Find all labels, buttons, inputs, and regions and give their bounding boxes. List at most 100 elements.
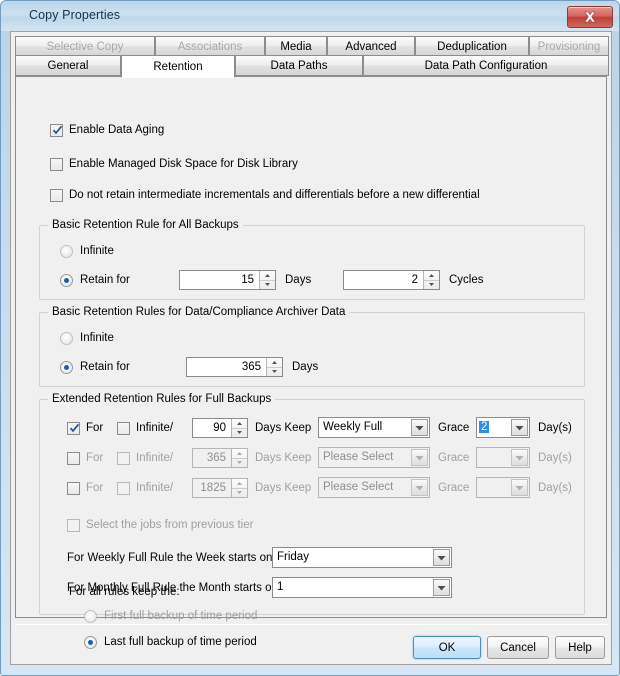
close-button[interactable]	[567, 6, 613, 28]
checkmark-icon	[52, 125, 63, 136]
help-button[interactable]: Help	[555, 636, 605, 659]
radio-dot-icon	[64, 365, 69, 370]
week-starts-on-value: Friday	[277, 551, 309, 563]
extended-row-2-infinite-label: Infinite/	[136, 452, 173, 465]
spinner-down-icon[interactable]	[267, 367, 282, 376]
extended-row-1-grace-combo[interactable]: 2	[476, 417, 530, 438]
basic-cycles-spinner-buttons[interactable]	[423, 271, 439, 289]
previous-tier-label: Select the jobs from previous tier	[86, 519, 253, 532]
checkmark-icon	[69, 423, 80, 434]
archiver-retention-group-title: Basic Retention Rules for Data/Complianc…	[48, 306, 349, 318]
extended-row-1-days-spinner[interactable]: 90	[192, 418, 248, 438]
ok-button[interactable]: OK	[413, 636, 481, 659]
tab-associations[interactable]: Associations	[155, 36, 265, 57]
extended-row-1-spinner-buttons[interactable]	[231, 419, 247, 437]
extended-row-3-days-spinner: 1825	[192, 478, 248, 498]
extended-row-3-infinite-checkbox	[117, 482, 130, 495]
tab-general[interactable]: General	[15, 55, 121, 76]
basic-infinite-radio[interactable]	[60, 245, 73, 258]
chevron-down-icon	[511, 479, 528, 496]
basic-days-spinner-buttons[interactable]	[259, 271, 275, 289]
enable-managed-disk-space-checkbox[interactable]	[50, 158, 63, 171]
extended-row-2-grace-label: Grace	[438, 452, 469, 465]
basic-retention-group: Basic Retention Rule for All Backups Inf…	[39, 225, 585, 300]
chevron-down-icon[interactable]	[511, 419, 528, 436]
basic-retention-group-title: Basic Retention Rule for All Backups	[48, 219, 243, 231]
extended-row-2-days-unit-label: Day(s)	[538, 452, 572, 465]
chevron-down-icon[interactable]	[411, 419, 428, 436]
archiver-retain-for-radio[interactable]	[60, 361, 73, 374]
keep-the-label: For all rules keep the:	[69, 586, 180, 599]
spinner-down-icon[interactable]	[232, 428, 247, 437]
extended-row-2-days-spinner: 365	[192, 448, 248, 468]
spinner-down-icon[interactable]	[424, 280, 439, 289]
extended-row-1-for-checkbox[interactable]	[67, 422, 80, 435]
extended-row-2-days-value: 365	[207, 452, 226, 464]
chevron-down-icon[interactable]	[433, 549, 450, 566]
tab-deduplication[interactable]: Deduplication	[415, 36, 529, 57]
month-starts-on-value: 1	[277, 581, 283, 593]
extended-row-3-keep-value: Please Select	[323, 481, 393, 493]
tab-data-path-configuration[interactable]: Data Path Configuration	[363, 55, 609, 76]
basic-days-spinner[interactable]: 15	[179, 270, 276, 290]
week-starts-on-combo[interactable]: Friday	[272, 547, 452, 568]
last-full-backup-radio[interactable]	[84, 636, 97, 649]
extended-row-2-for-checkbox[interactable]	[67, 452, 80, 465]
extended-row-3-grace-label: Grace	[438, 482, 469, 495]
cancel-button[interactable]: Cancel	[487, 636, 549, 659]
archiver-infinite-radio[interactable]	[60, 332, 73, 345]
tab-advanced[interactable]: Advanced	[327, 36, 415, 57]
spinner-down-icon	[232, 488, 247, 497]
chevron-down-icon	[411, 449, 428, 466]
extended-row-2-infinite-checkbox	[117, 452, 130, 465]
window-title: Copy Properties	[29, 8, 120, 22]
extended-row-3-days-keep-label: Days Keep	[255, 482, 311, 495]
spinner-down-icon[interactable]	[260, 280, 275, 289]
enable-managed-disk-space-label: Enable Managed Disk Space for Disk Libra…	[69, 158, 298, 171]
extended-row-2-for-label: For	[86, 452, 103, 465]
basic-days-unit-label: Days	[285, 274, 311, 287]
extended-row-3-keep-combo: Please Select	[318, 477, 430, 498]
first-full-backup-radio[interactable]	[84, 610, 97, 623]
extended-row-2-spinner-buttons	[231, 449, 247, 467]
basic-cycles-value: 2	[412, 274, 418, 286]
radio-dot-icon	[88, 640, 93, 645]
dialog-body: Selective Copy Associations Media Advanc…	[10, 31, 612, 665]
no-retain-intermediate-checkbox[interactable]	[50, 189, 63, 202]
radio-dot-icon	[64, 278, 69, 283]
close-icon	[582, 10, 598, 24]
tab-provisioning[interactable]: Provisioning	[529, 36, 609, 57]
tab-retention[interactable]: Retention	[121, 55, 235, 78]
no-retain-intermediate-label: Do not retain intermediate incrementals …	[69, 189, 480, 202]
enable-data-aging-checkbox[interactable]	[50, 124, 63, 137]
archiver-days-spinner-buttons[interactable]	[266, 358, 282, 376]
previous-tier-checkbox	[67, 519, 80, 532]
extended-row-1-infinite-label: Infinite/	[136, 422, 173, 435]
copy-properties-dialog: Copy Properties Selective Copy Associati…	[0, 0, 620, 676]
basic-cycles-spinner[interactable]: 2	[343, 270, 440, 290]
extended-row-1-infinite-checkbox[interactable]	[117, 422, 130, 435]
extended-row-3-for-checkbox[interactable]	[67, 482, 80, 495]
tab-selective-copy[interactable]: Selective Copy	[15, 36, 155, 57]
extended-row-1-keep-combo[interactable]: Weekly Full	[318, 417, 430, 438]
extended-row-1-for-label: For	[86, 422, 103, 435]
archiver-days-spinner[interactable]: 365	[186, 357, 283, 377]
tab-data-paths[interactable]: Data Paths	[235, 55, 363, 76]
tab-media[interactable]: Media	[265, 36, 327, 57]
extended-retention-group-title: Extended Retention Rules for Full Backup…	[48, 393, 275, 405]
extended-row-2-grace-combo	[476, 447, 530, 468]
spinner-down-icon	[232, 458, 247, 467]
chevron-down-icon[interactable]	[433, 579, 450, 596]
basic-retain-for-radio[interactable]	[60, 274, 73, 287]
basic-days-value: 15	[241, 274, 254, 286]
extended-row-1-days-unit-label: Day(s)	[538, 422, 572, 435]
tab-row-lower: General Retention Data Paths Data Path C…	[11, 55, 611, 76]
extended-row-1-keep-value: Weekly Full	[323, 421, 382, 433]
extended-row-1-grace-value: 2	[479, 421, 489, 433]
extended-row-2-keep-combo: Please Select	[318, 447, 430, 468]
basic-cycles-unit-label: Cycles	[449, 274, 484, 287]
month-starts-on-combo[interactable]: 1	[272, 577, 452, 598]
extended-row-1-days-keep-label: Days Keep	[255, 422, 311, 435]
extended-retention-group: Extended Retention Rules for Full Backup…	[39, 399, 585, 615]
chevron-down-icon	[411, 479, 428, 496]
